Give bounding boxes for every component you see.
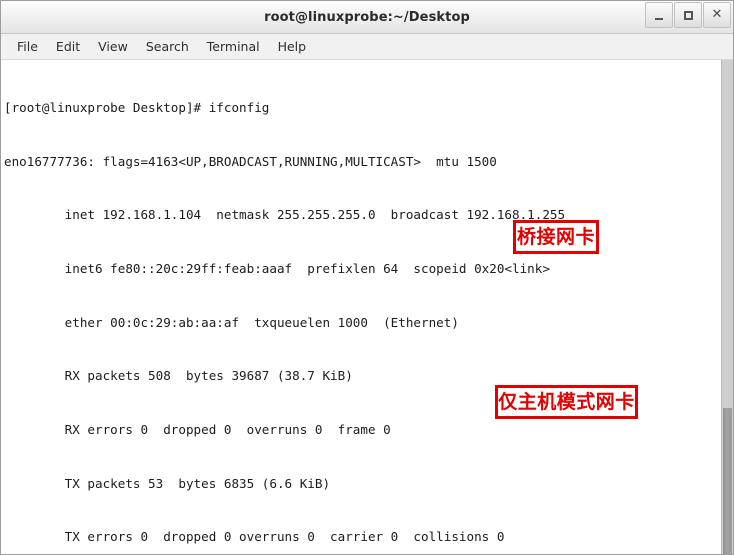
vertical-scrollbar[interactable] <box>721 60 733 554</box>
terminal-line: TX errors 0 dropped 0 overruns 0 carrier… <box>4 529 505 545</box>
terminal-output[interactable]: [root@linuxprobe Desktop]# ifconfig eno1… <box>1 60 721 554</box>
maximize-icon <box>683 10 693 20</box>
terminal-line: [root@linuxprobe Desktop]# ifconfig <box>4 99 270 115</box>
terminal-window: root@linuxprobe:~/Desktop ✕ File Edit Vi… <box>0 0 734 555</box>
close-button[interactable]: ✕ <box>703 2 731 28</box>
menu-item-search[interactable]: Search <box>138 37 197 56</box>
terminal-line: inet 192.168.1.104 netmask 255.255.255.0… <box>4 207 566 223</box>
terminal-line: TX packets 53 bytes 6835 (6.6 KiB) <box>4 475 331 491</box>
terminal-line: eno16777736: flags=4163<UP,BROADCAST,RUN… <box>4 153 497 169</box>
menu-bar: File Edit View Search Terminal Help <box>1 34 733 60</box>
window-title: root@linuxprobe:~/Desktop <box>264 9 470 25</box>
scrollbar-thumb[interactable] <box>723 408 732 554</box>
terminal-line: inet6 fe80::20c:29ff:feab:aaaf prefixlen… <box>4 260 550 276</box>
menu-item-edit[interactable]: Edit <box>48 37 88 56</box>
annotation-host-only-nic: 仅主机模式网卡 <box>495 385 638 419</box>
terminal-line: RX errors 0 dropped 0 overruns 0 frame 0 <box>4 422 391 438</box>
menu-item-file[interactable]: File <box>9 37 46 56</box>
menu-item-view[interactable]: View <box>90 37 136 56</box>
window-controls: ✕ <box>644 2 731 30</box>
terminal-area[interactable]: [root@linuxprobe Desktop]# ifconfig eno1… <box>1 60 733 554</box>
terminal-line: RX packets 508 bytes 39687 (38.7 KiB) <box>4 368 353 384</box>
menu-item-help[interactable]: Help <box>270 37 315 56</box>
menu-item-terminal[interactable]: Terminal <box>199 37 268 56</box>
minimize-icon <box>655 17 663 20</box>
annotation-bridged-nic: 桥接网卡 <box>513 220 599 254</box>
close-icon: ✕ <box>711 6 723 22</box>
title-bar[interactable]: root@linuxprobe:~/Desktop ✕ <box>1 1 733 34</box>
minimize-button[interactable] <box>645 2 673 28</box>
maximize-button[interactable] <box>674 2 702 28</box>
terminal-line: ether 00:0c:29:ab:aa:af txqueuelen 1000 … <box>4 314 459 330</box>
